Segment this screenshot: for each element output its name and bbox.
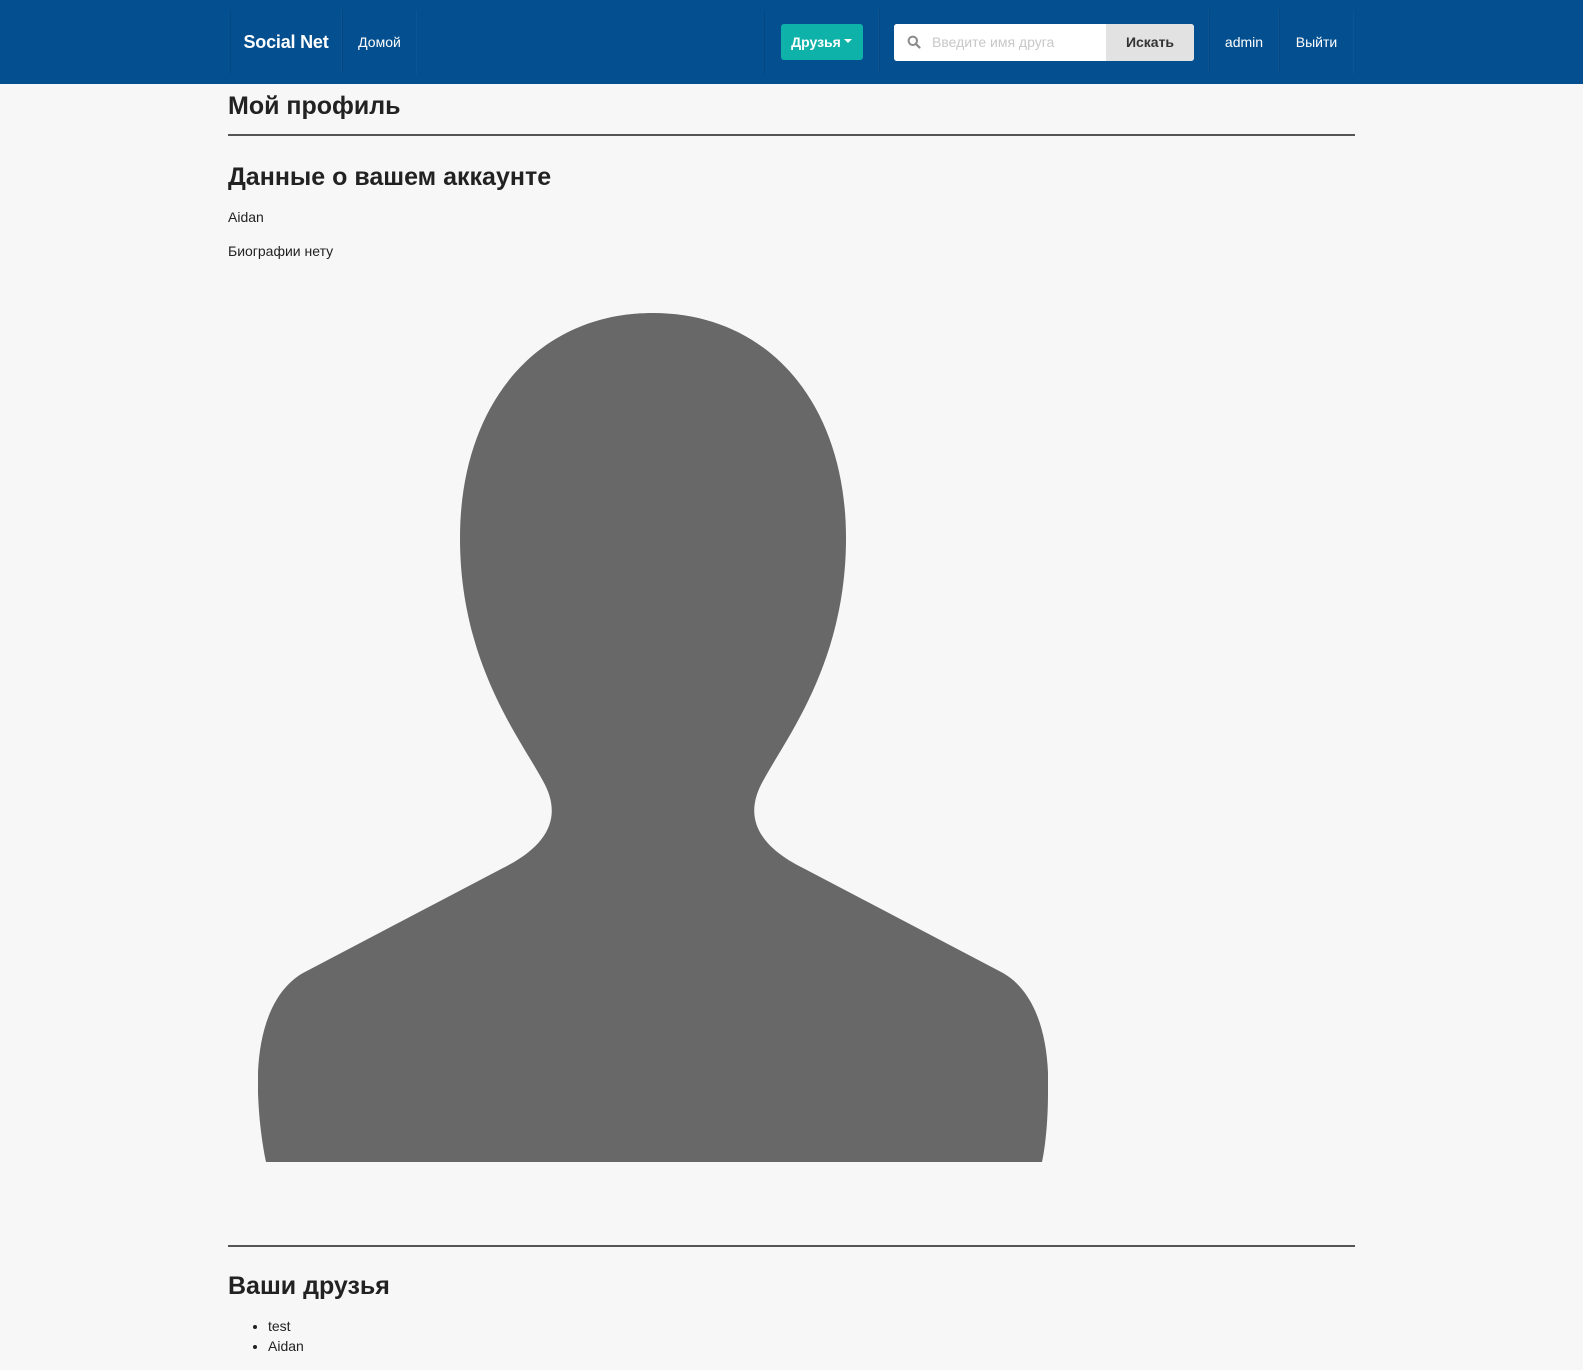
search-input[interactable] [894,23,1106,61]
page-title: Мой профиль [228,92,401,120]
search-form: Искать [879,10,1209,74]
navbar-inner: Social Net Домой Друзья Искать admin Вый [230,10,1354,74]
nav-home-link[interactable]: Домой [342,10,417,74]
friends-dropdown-button[interactable]: Друзья [780,24,863,60]
nav-user-link[interactable]: admin [1209,10,1279,74]
nav-logout-link[interactable]: Выйти [1279,10,1354,74]
friends-dropdown-label: Друзья [791,34,841,50]
account-section-title: Данные о вашем аккаунте [228,163,552,191]
user-silhouette-icon [257,313,1049,1168]
caret-down-icon [843,39,852,43]
profile-username: Aidan [228,209,264,225]
nav-friends-item: Друзья [764,10,879,74]
divider [228,134,1355,136]
divider [228,1245,1355,1247]
search-icon [907,35,921,49]
friend-item[interactable]: test [268,1316,304,1336]
friend-item[interactable]: Aidan [268,1336,304,1356]
friends-section-title: Ваши друзья [228,1272,390,1300]
navbar: Social Net Домой Друзья Искать admin Вый [0,0,1583,84]
profile-bio: Биографии нету [228,243,334,259]
friends-list: test Aidan [228,1316,304,1356]
brand-link[interactable]: Social Net [230,10,342,74]
search-button[interactable]: Искать [1106,23,1194,61]
search-box: Искать [894,23,1194,61]
